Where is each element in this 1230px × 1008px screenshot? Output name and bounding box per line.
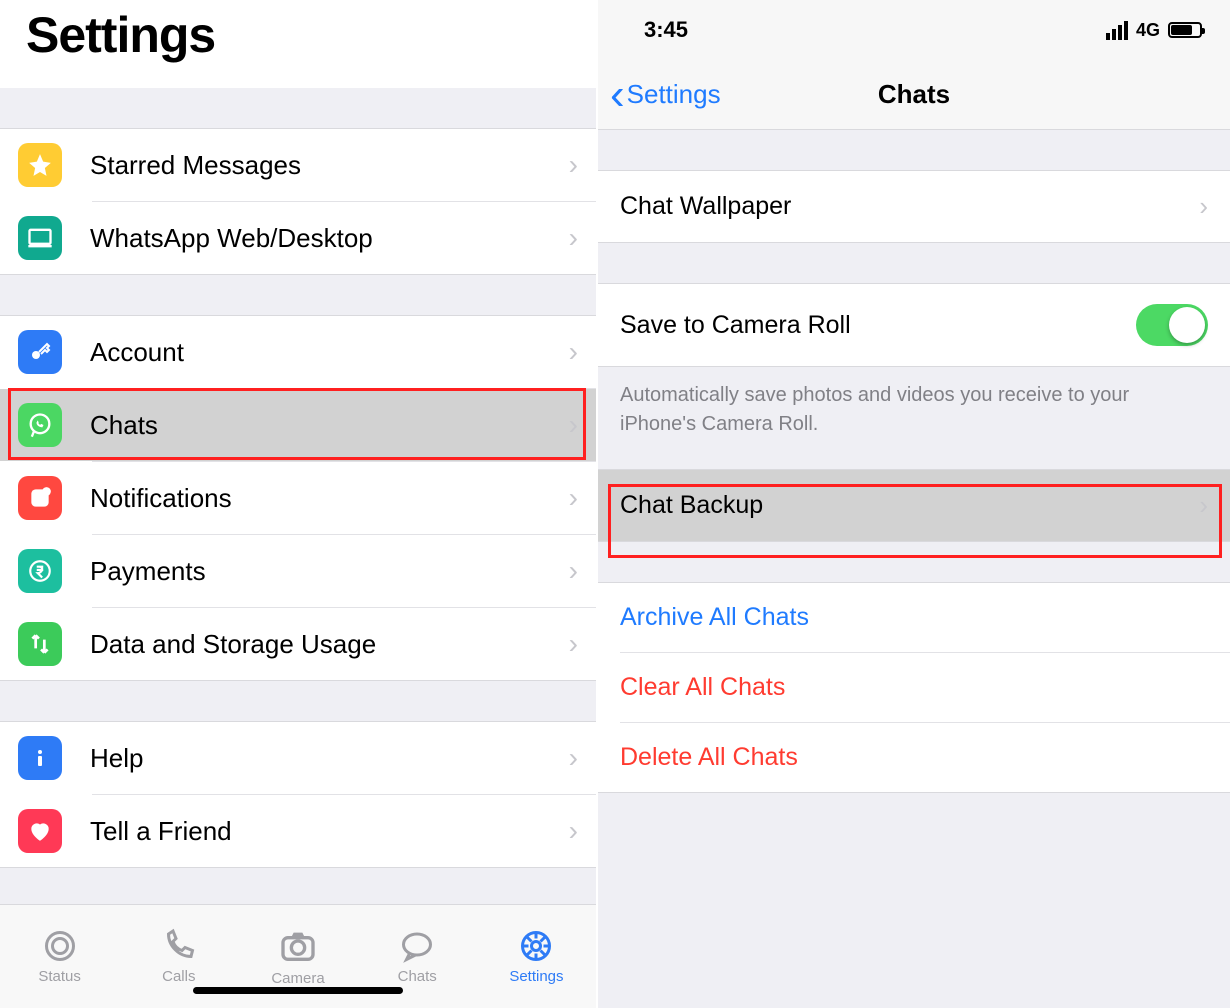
save-camera-roll-switch[interactable] <box>1136 304 1208 346</box>
battery-icon <box>1168 22 1202 38</box>
network-label: 4G <box>1136 20 1160 41</box>
chevron-right-icon: › <box>569 628 578 660</box>
row-label: WhatsApp Web/Desktop <box>90 223 569 254</box>
status-indicators: 4G <box>1106 20 1202 41</box>
chevron-right-icon: › <box>569 555 578 587</box>
whatsapp-icon <box>18 403 62 447</box>
status-tab-icon <box>42 928 78 964</box>
row-label: Starred Messages <box>90 150 569 181</box>
tab-label: Camera <box>271 970 324 987</box>
chat-backup-label: Chat Backup <box>620 491 1199 520</box>
chat-wallpaper-label: Chat Wallpaper <box>620 192 1199 221</box>
row-label: Chats <box>90 410 569 441</box>
wallpaper-group: Chat Wallpaper › <box>598 170 1230 243</box>
key-icon <box>18 330 62 374</box>
row-label: Tell a Friend <box>90 816 569 847</box>
delete-label: Delete All Chats <box>620 743 1208 772</box>
settings-row-account[interactable]: Account› <box>0 316 596 388</box>
chevron-right-icon: › <box>569 482 578 514</box>
row-label: Payments <box>90 556 569 587</box>
settings-group-3: Help›Tell a Friend› <box>0 721 596 868</box>
chevron-right-icon: › <box>569 742 578 774</box>
tab-status[interactable]: Status <box>0 905 119 1008</box>
tab-label: Chats <box>398 968 437 985</box>
data-transfer-icon <box>18 622 62 666</box>
chat-wallpaper-row[interactable]: Chat Wallpaper › <box>598 171 1230 242</box>
settings-row-help[interactable]: Help› <box>0 722 596 794</box>
clear-label: Clear All Chats <box>620 673 1208 702</box>
chats-tab-icon <box>397 928 437 964</box>
archive-label: Archive All Chats <box>620 603 1208 632</box>
settings-row-notifications[interactable]: Notifications› <box>0 462 596 534</box>
settings-row-starred[interactable]: Starred Messages› <box>0 129 596 201</box>
chevron-right-icon: › <box>1199 490 1208 521</box>
row-label: Notifications <box>90 483 569 514</box>
back-button[interactable]: ‹ Settings <box>598 79 721 110</box>
settings-group-2: Account›Chats›Notifications›Payments›Dat… <box>0 315 596 681</box>
settings-row-tell[interactable]: Tell a Friend› <box>0 795 596 867</box>
chevron-right-icon: › <box>569 149 578 181</box>
chat-backup-row[interactable]: Chat Backup › <box>598 470 1230 541</box>
chevron-right-icon: › <box>569 409 578 441</box>
chevron-right-icon: › <box>569 336 578 368</box>
save-camera-roll-row: Save to Camera Roll <box>598 284 1230 366</box>
save-group: Save to Camera Roll <box>598 283 1230 367</box>
archive-all-chats-row[interactable]: Archive All Chats <box>598 583 1230 652</box>
nav-bar: ‹ Settings Chats <box>598 60 1230 130</box>
page-title: Settings <box>26 6 570 64</box>
chat-actions-group: Archive All Chats Clear All Chats Delete… <box>598 582 1230 793</box>
notification-icon <box>18 476 62 520</box>
settings-screen: Settings Starred Messages›WhatsApp Web/D… <box>0 0 598 1008</box>
settings-row-payments[interactable]: Payments› <box>0 535 596 607</box>
title-block: Settings <box>0 0 596 88</box>
chevron-right-icon: › <box>1199 191 1208 222</box>
settings-tab-icon <box>518 928 554 964</box>
backup-group: Chat Backup › <box>598 469 1230 542</box>
chevron-right-icon: › <box>569 815 578 847</box>
status-time: 3:45 <box>644 17 688 43</box>
settings-row-web[interactable]: WhatsApp Web/Desktop› <box>0 202 596 274</box>
settings-row-chats[interactable]: Chats› <box>0 389 596 461</box>
info-icon <box>18 736 62 780</box>
tab-label: Status <box>38 968 81 985</box>
tab-label: Calls <box>162 968 195 985</box>
settings-row-data[interactable]: Data and Storage Usage› <box>0 608 596 680</box>
tab-label: Settings <box>509 968 563 985</box>
delete-all-chats-row[interactable]: Delete All Chats <box>598 723 1230 792</box>
row-label: Data and Storage Usage <box>90 629 569 660</box>
chevron-right-icon: › <box>569 222 578 254</box>
heart-icon <box>18 809 62 853</box>
row-label: Account <box>90 337 569 368</box>
row-label: Help <box>90 743 569 774</box>
back-label: Settings <box>627 79 721 110</box>
tab-settings[interactable]: Settings <box>477 905 596 1008</box>
clear-all-chats-row[interactable]: Clear All Chats <box>598 653 1230 722</box>
save-camera-roll-label: Save to Camera Roll <box>620 311 1136 340</box>
camera-tab-icon <box>278 926 318 966</box>
save-description: Automatically save photos and videos you… <box>598 367 1230 439</box>
calls-tab-icon <box>161 928 197 964</box>
settings-group-1: Starred Messages›WhatsApp Web/Desktop› <box>0 128 596 275</box>
laptop-icon <box>18 216 62 260</box>
chats-settings-screen: 3:45 4G ‹ Settings Chats Chat Wallpaper … <box>598 0 1230 1008</box>
signal-icon <box>1106 21 1128 40</box>
rupee-icon <box>18 549 62 593</box>
star-icon <box>18 143 62 187</box>
home-indicator[interactable] <box>193 987 403 994</box>
status-bar: 3:45 4G <box>598 0 1230 60</box>
